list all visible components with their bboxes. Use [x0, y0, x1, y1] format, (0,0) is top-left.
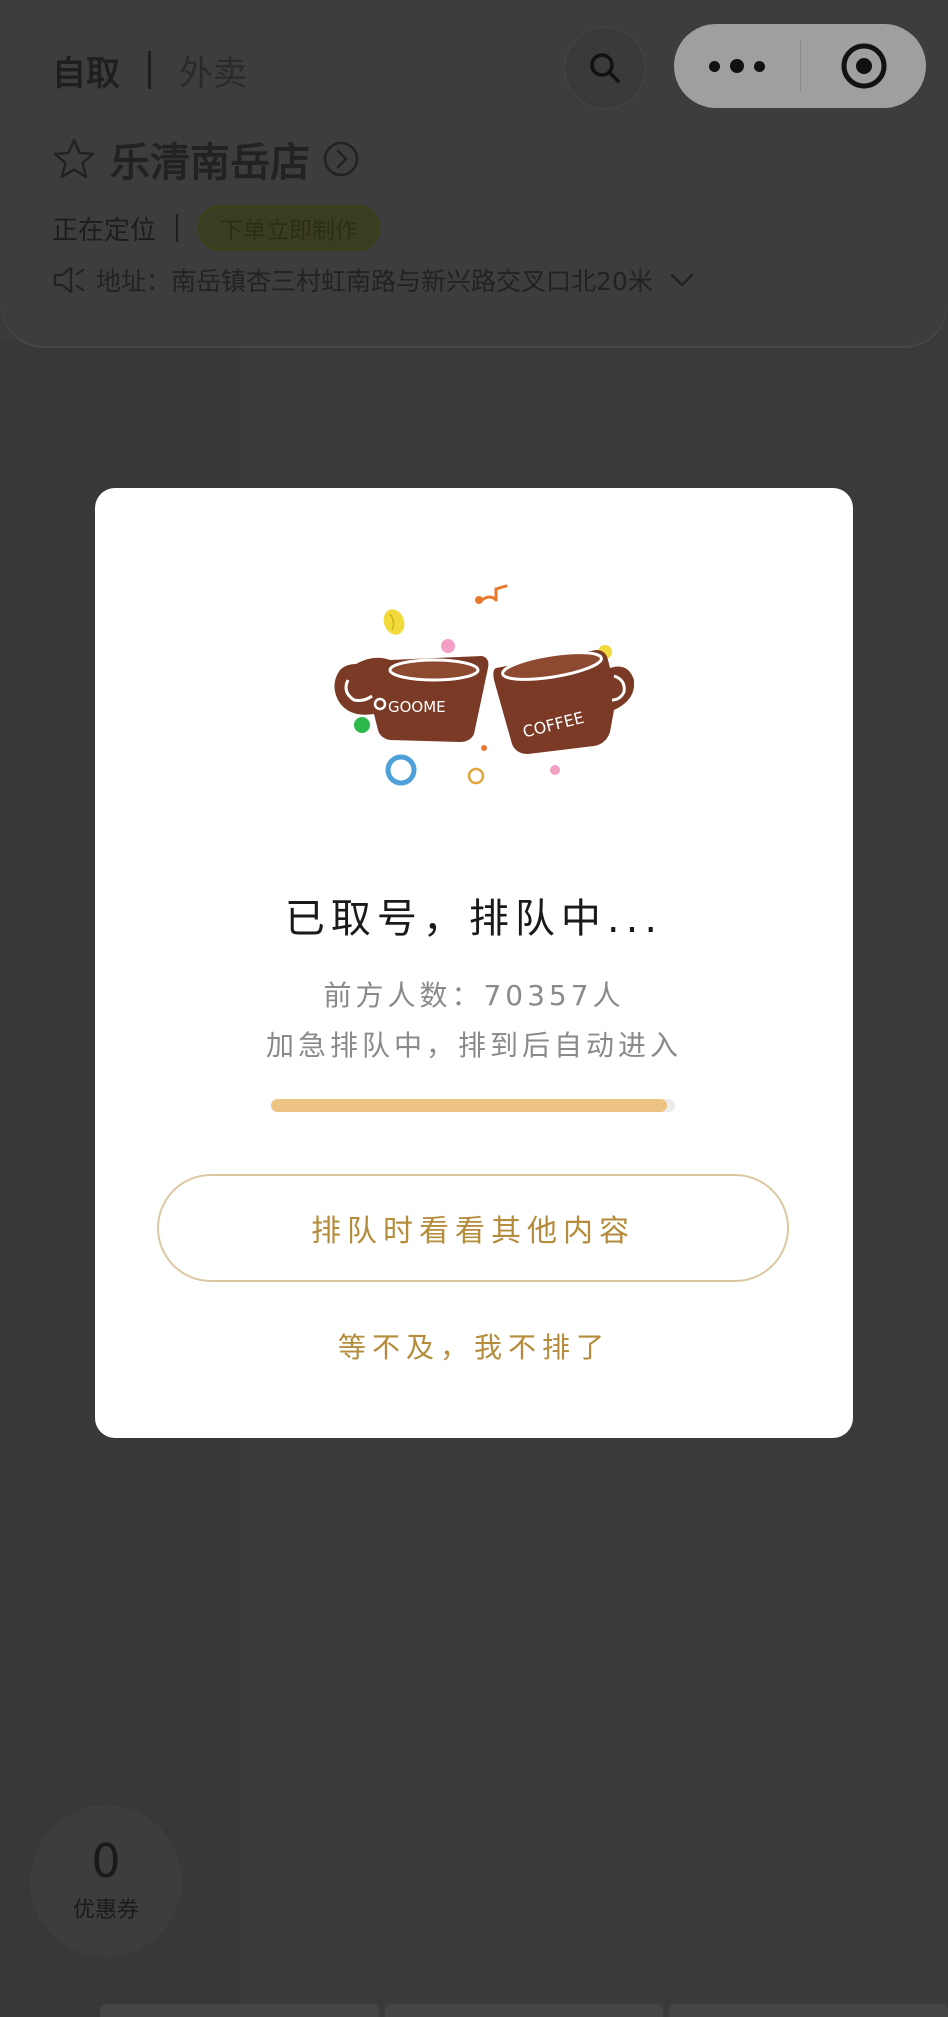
speaker-icon	[53, 266, 85, 294]
store-status-row: 正在定位 下单立即制作	[52, 205, 381, 251]
locating-status: 正在定位	[52, 215, 157, 246]
store-row: 乐清南岳店	[52, 134, 360, 186]
chevron-down-icon[interactable]	[667, 268, 697, 292]
store-header: 自取 外卖 乐清南岳店 正在定位 下单立即制作 地址：南岳镇杏三村虹南路与新兴路…	[0, 0, 948, 346]
bottom-tab[interactable]	[669, 2004, 948, 2017]
coupon-label: 优惠券	[72, 1898, 139, 1923]
target-icon	[841, 43, 886, 89]
favorite-star-icon[interactable]	[52, 137, 96, 181]
chevron-right-circle-icon[interactable]	[322, 140, 360, 178]
bottom-tab-bar	[100, 2004, 948, 2017]
search-icon	[590, 53, 620, 83]
search-button[interactable]	[564, 27, 646, 109]
order-mode-tabs: 自取 外卖	[52, 40, 247, 100]
more-dot-right	[754, 60, 765, 72]
store-address: 地址：南岳镇杏三村虹南路与新兴路交叉口北20米	[96, 267, 653, 296]
queue-progress-bar	[271, 1099, 675, 1112]
tab-divider	[148, 51, 151, 89]
coffee-cups-illustration: GOOME COFFEE	[334, 584, 634, 786]
queue-subtitle: 加急排队中，排到后自动进入	[265, 1029, 682, 1062]
address-row[interactable]: 地址：南岳镇杏三村虹南路与新兴路交叉口北20米	[52, 262, 697, 298]
browse-while-waiting-button[interactable]: 排队时看看其他内容	[157, 1174, 789, 1282]
queue-ahead-count: 前方人数：70357人	[323, 979, 625, 1012]
tab-delivery[interactable]: 外卖	[179, 46, 247, 95]
illustration-text-left: GOOME	[388, 698, 446, 716]
make-now-badge: 下单立即制作	[198, 205, 381, 251]
more-dot-center	[730, 59, 744, 73]
tab-pickup[interactable]: 自取	[52, 46, 120, 95]
mini-program-capsule	[674, 24, 926, 108]
status-divider	[176, 214, 179, 242]
close-miniprogram-button[interactable]	[801, 24, 926, 108]
queue-title: 已取号，排队中...	[284, 896, 664, 942]
queue-progress-fill	[271, 1099, 667, 1112]
coupon-count: 0	[91, 1834, 121, 1888]
queue-dialog: GOOME COFFEE 已取号，排队中... 前方人数：70357人 加急排队…	[95, 488, 853, 1438]
bottom-tab[interactable]	[100, 2004, 379, 2017]
bottom-tab[interactable]	[384, 2004, 664, 2017]
coupon-button[interactable]: 0 优惠券	[30, 1805, 182, 1957]
more-button[interactable]	[674, 24, 800, 108]
more-dots-icon	[709, 60, 720, 72]
store-name[interactable]: 乐清南岳店	[110, 130, 310, 188]
leave-queue-link[interactable]: 等不及，我不排了	[95, 1326, 853, 1366]
